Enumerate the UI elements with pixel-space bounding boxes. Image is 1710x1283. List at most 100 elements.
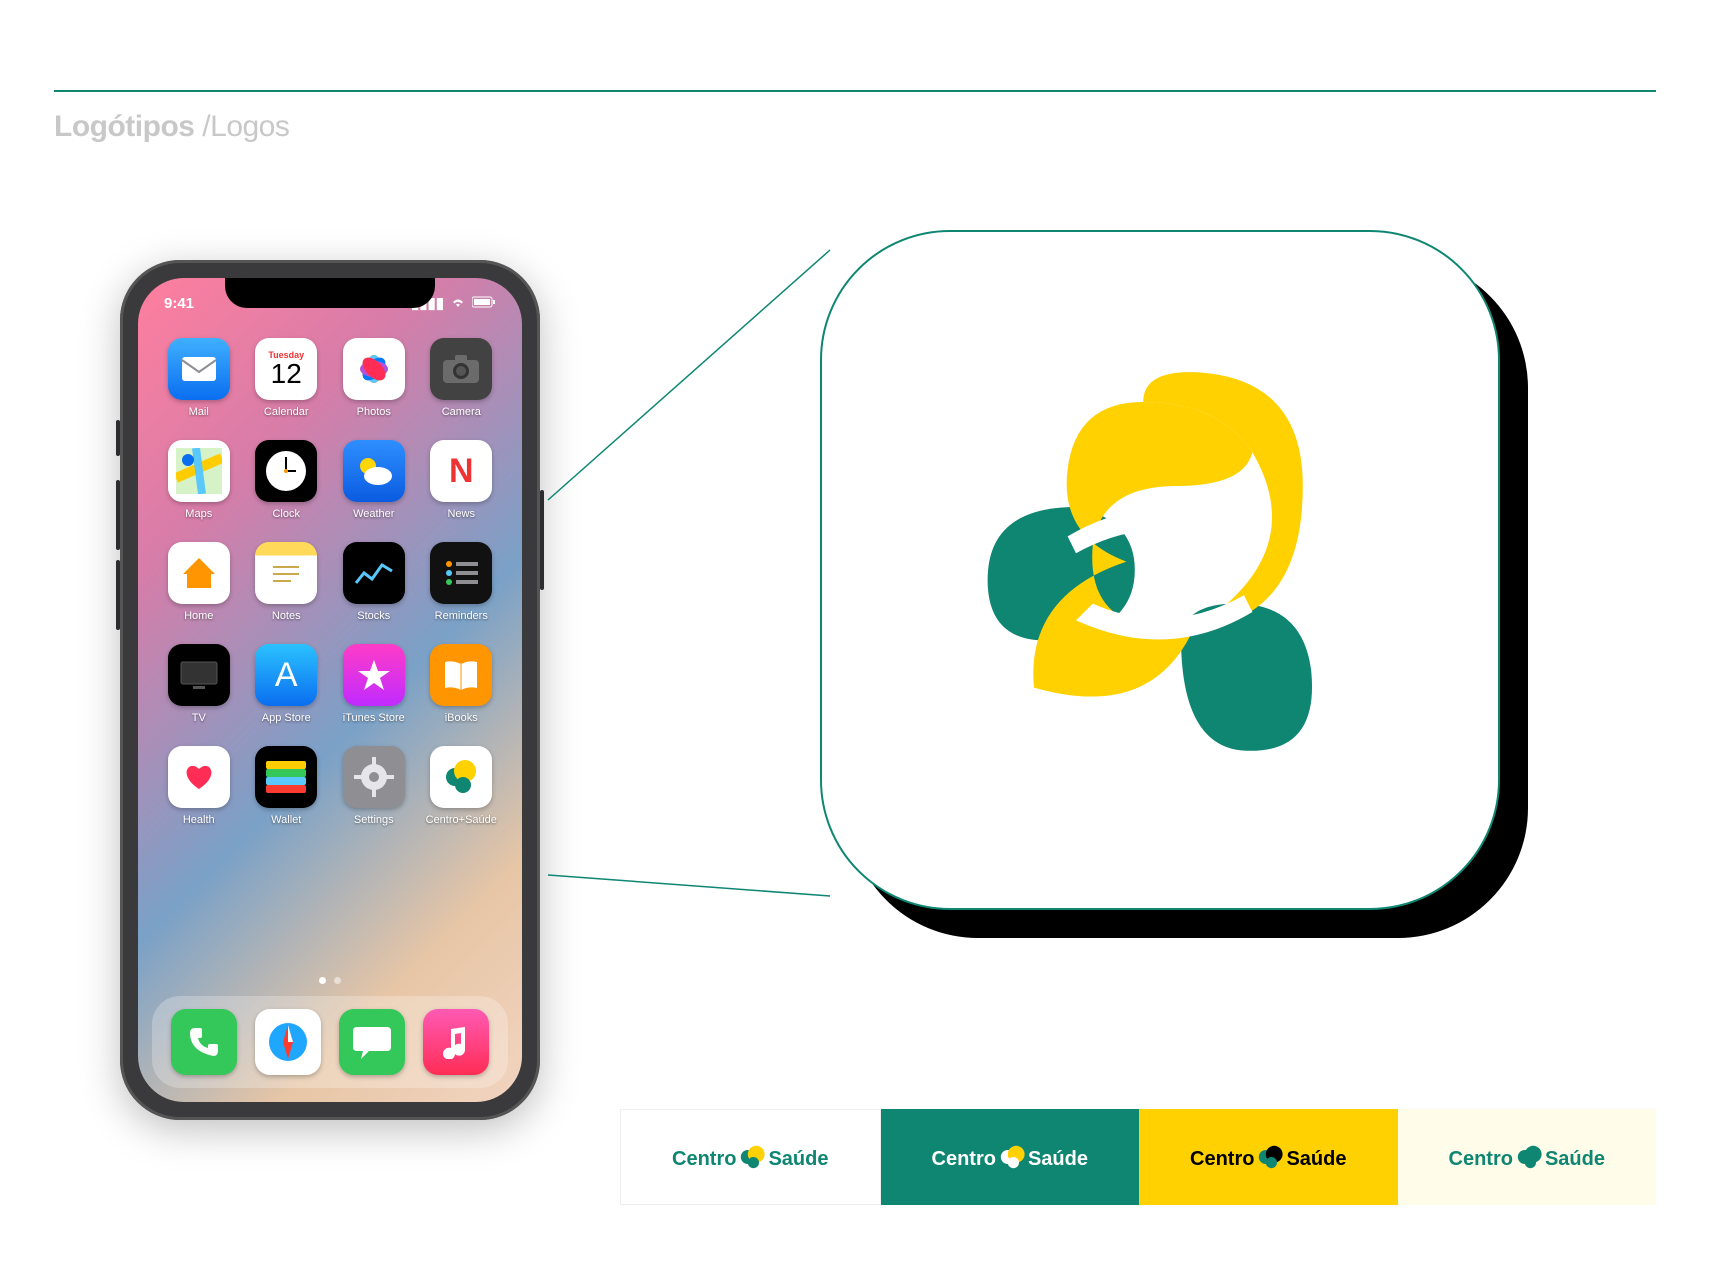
app-clock[interactable]: Clock: [248, 440, 326, 520]
dock-messages[interactable]: [339, 1009, 405, 1075]
wordmark-a: Centro: [1449, 1148, 1513, 1171]
app-label: Maps: [185, 508, 212, 520]
cs-icon: [430, 746, 492, 808]
home-app-grid: Mail Tuesday12 Calendar Photos Camera Maps Clo…: [160, 338, 500, 826]
app-label: Centro+Saúde: [426, 814, 497, 826]
app-news[interactable]: N News: [423, 440, 501, 520]
volume-up: [116, 480, 120, 550]
brand-mark-icon: [1515, 1143, 1543, 1171]
app-label: Settings: [354, 814, 394, 826]
app-centro-sa-de[interactable]: Centro+Saúde: [423, 746, 501, 826]
phone-mockup: 9:41 ▮▮▮▮ MailTuesday12CalendarPhotosCam…: [120, 260, 540, 1120]
A-icon: A: [255, 644, 317, 706]
app-itunes-store[interactable]: iTunes Store: [335, 644, 413, 724]
app-weather[interactable]: Weather: [335, 440, 413, 520]
tv-icon: [168, 644, 230, 706]
notch: [225, 278, 435, 308]
app-notes[interactable]: Notes: [248, 542, 326, 622]
dock-safari[interactable]: [255, 1009, 321, 1075]
wordmark-b: Saúde: [768, 1148, 828, 1171]
brand-mark-icon: [950, 360, 1370, 780]
mute-switch: [116, 420, 120, 456]
envelope-icon: [168, 338, 230, 400]
logo-variant-teal: Centro Saúde: [881, 1109, 1140, 1205]
app-photos[interactable]: Photos: [335, 338, 413, 418]
app-tv[interactable]: TV: [160, 644, 238, 724]
calendar-icon: Tuesday12: [255, 338, 317, 400]
flower-icon: [343, 338, 405, 400]
phone-body: 9:41 ▮▮▮▮ MailTuesday12CalendarPhotosCam…: [120, 260, 540, 1120]
app-label: Weather: [353, 508, 394, 520]
home-icon: [168, 542, 230, 604]
app-label: Notes: [272, 610, 301, 622]
app-label: Stocks: [357, 610, 390, 622]
app-label: Clock: [272, 508, 300, 520]
app-label: App Store: [262, 712, 311, 724]
list-icon: [430, 542, 492, 604]
logo-variant-white: Centro Saúde: [620, 1109, 881, 1205]
clock-icon: [255, 440, 317, 502]
app-mail[interactable]: Mail: [160, 338, 238, 418]
heart-icon: [168, 746, 230, 808]
page-title: Logótipos /Logos: [54, 110, 289, 144]
app-app-store[interactable]: A App Store: [248, 644, 326, 724]
dock: [152, 996, 508, 1088]
star-icon: [343, 644, 405, 706]
header-rule: [54, 90, 1656, 92]
app-label: Reminders: [435, 610, 488, 622]
app-label: Wallet: [271, 814, 301, 826]
app-label: Photos: [357, 406, 391, 418]
logo-variant-cream: Centro Saúde: [1398, 1109, 1657, 1205]
logo-variant-yellow: Centro Saúde: [1139, 1109, 1398, 1205]
page-title-bold: Logótipos: [54, 110, 202, 143]
app-icon-large: [820, 230, 1500, 910]
app-reminders[interactable]: Reminders: [423, 542, 501, 622]
logo-variants-strip: Centro Saúde Centro Saúde Centro Saúde C…: [620, 1109, 1656, 1205]
wordmark-b: Saúde: [1028, 1148, 1088, 1171]
app-label: Mail: [189, 406, 209, 418]
app-calendar[interactable]: Tuesday12 Calendar: [248, 338, 326, 418]
wifi-icon: [450, 295, 466, 312]
brand-mark-icon: [738, 1143, 766, 1171]
wordmark-b: Saúde: [1286, 1148, 1346, 1171]
app-label: Health: [183, 814, 215, 826]
wallet-icon: [255, 746, 317, 808]
dock-phone[interactable]: [171, 1009, 237, 1075]
app-ibooks[interactable]: iBooks: [423, 644, 501, 724]
dock-music[interactable]: [423, 1009, 489, 1075]
app-health[interactable]: Health: [160, 746, 238, 826]
app-home[interactable]: Home: [160, 542, 238, 622]
power-button: [540, 490, 544, 590]
stocks-icon: [343, 542, 405, 604]
volume-down: [116, 560, 120, 630]
app-label: Calendar: [264, 406, 309, 418]
app-label: iBooks: [445, 712, 478, 724]
wordmark-b: Saúde: [1545, 1148, 1605, 1171]
page-title-light: /Logos: [202, 110, 289, 143]
book-icon: [430, 644, 492, 706]
app-wallet[interactable]: Wallet: [248, 746, 326, 826]
app-label: iTunes Store: [343, 712, 405, 724]
wordmark-a: Centro: [1190, 1148, 1254, 1171]
wordmark-a: Centro: [672, 1148, 736, 1171]
app-settings[interactable]: Settings: [335, 746, 413, 826]
page-indicator: [138, 977, 522, 984]
brand-mark-icon: [998, 1143, 1026, 1171]
wordmark-a: Centro: [932, 1148, 996, 1171]
app-label: Camera: [442, 406, 481, 418]
app-label: TV: [192, 712, 206, 724]
app-maps[interactable]: Maps: [160, 440, 238, 520]
app-label: News: [447, 508, 475, 520]
camera-icon: [430, 338, 492, 400]
app-label: Home: [184, 610, 213, 622]
battery-icon: [472, 295, 496, 312]
app-stocks[interactable]: Stocks: [335, 542, 413, 622]
phone-screen: 9:41 ▮▮▮▮ MailTuesday12CalendarPhotosCam…: [138, 278, 522, 1102]
status-time: 9:41: [164, 295, 194, 312]
weather-icon: [343, 440, 405, 502]
brand-mark-icon: [1256, 1143, 1284, 1171]
notes-icon: [255, 542, 317, 604]
N-icon: N: [430, 440, 492, 502]
app-camera[interactable]: Camera: [423, 338, 501, 418]
gear-icon: [343, 746, 405, 808]
